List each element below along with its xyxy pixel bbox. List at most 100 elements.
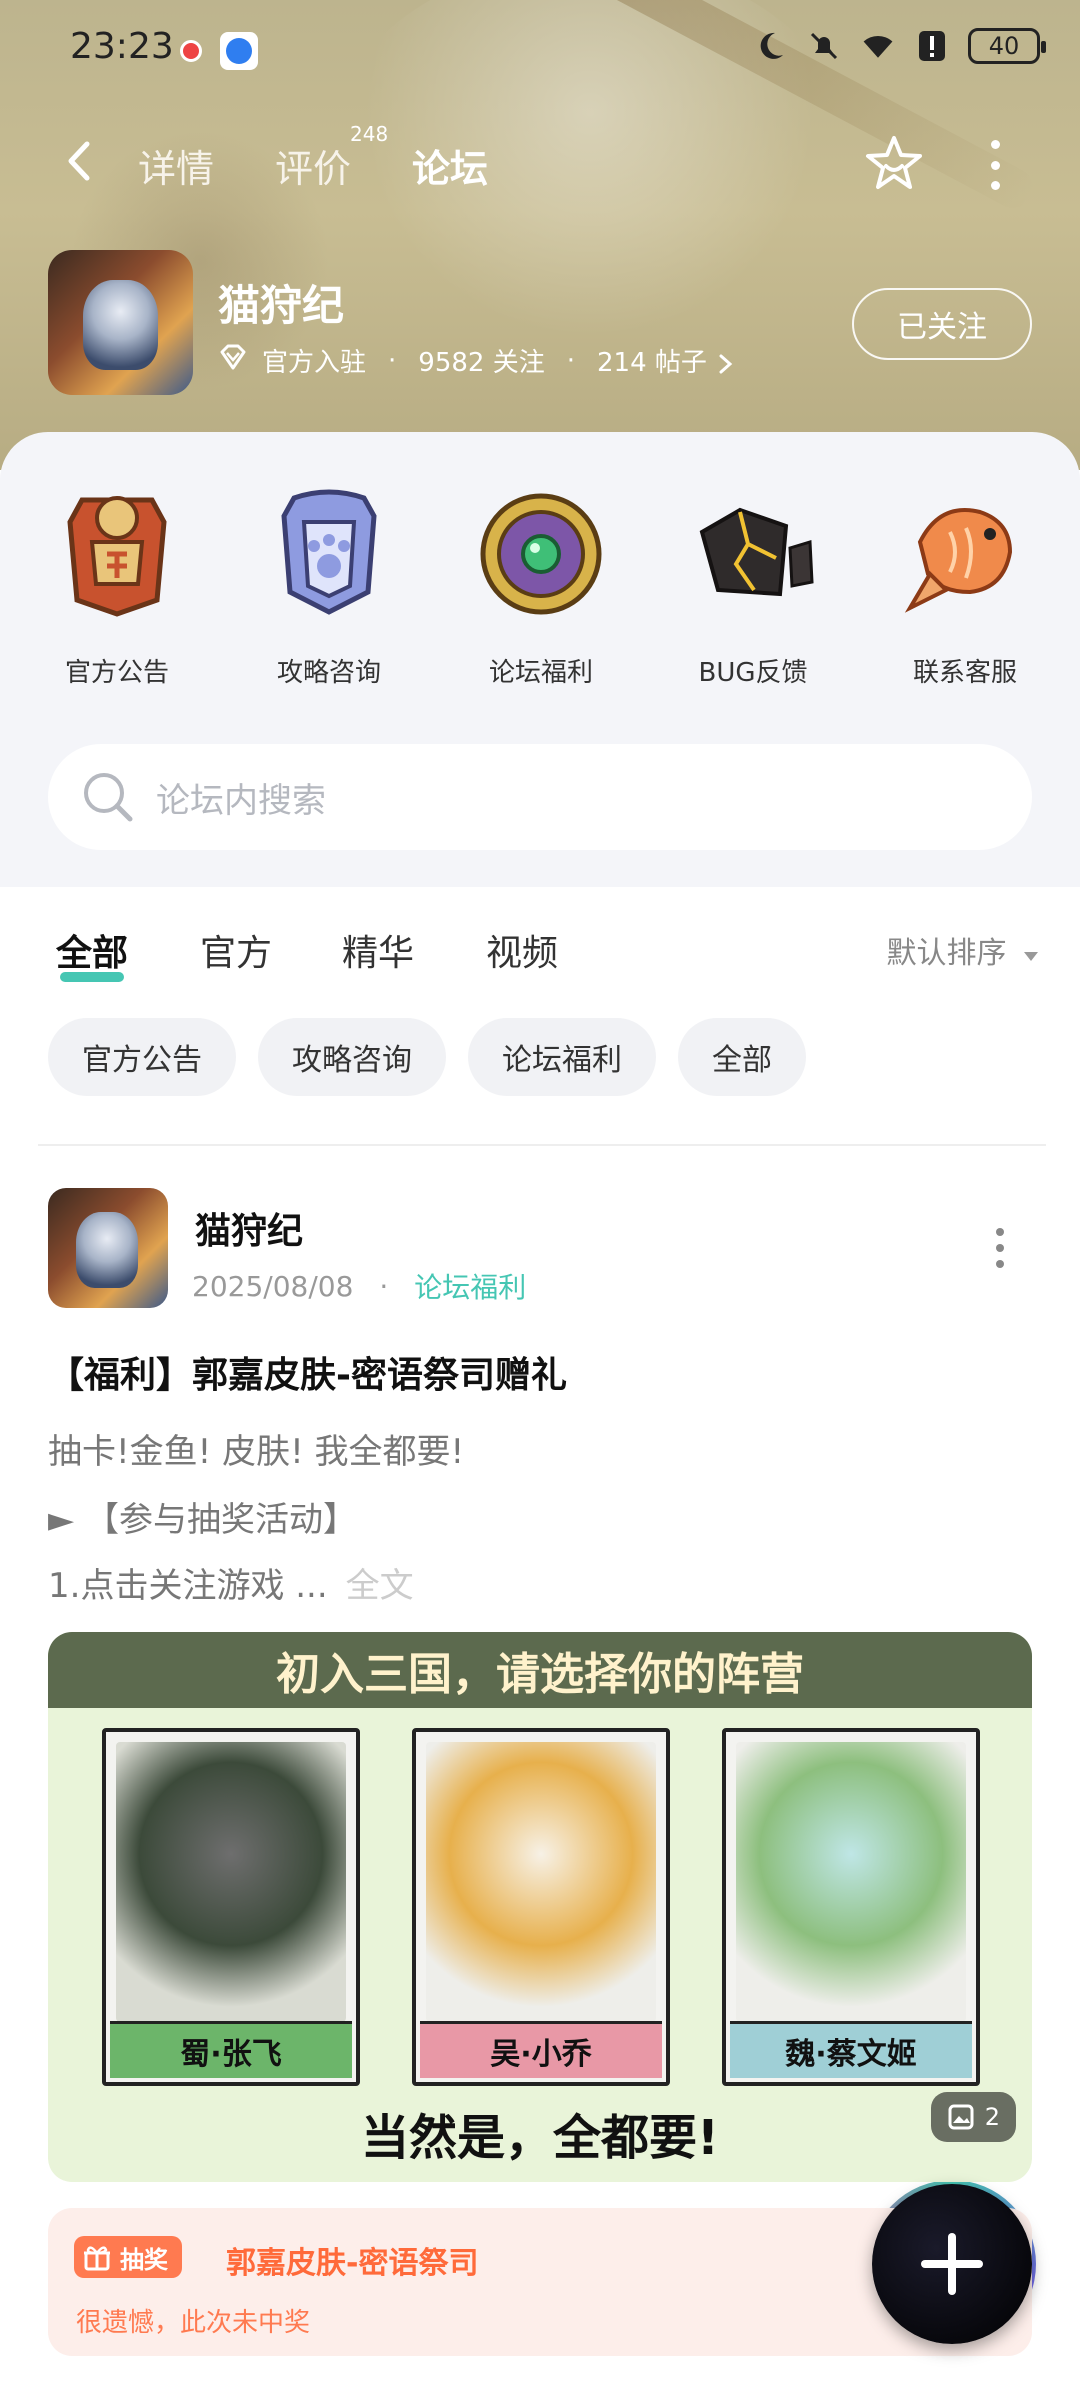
divider: [38, 1144, 1046, 1146]
tab-details[interactable]: 详情: [138, 138, 214, 193]
post-category-link[interactable]: 论坛福利: [414, 1266, 526, 1306]
sort-label: 默认排序: [886, 936, 1007, 971]
post-excerpt-line: 1.点击关注游戏 ... 全文: [48, 1558, 414, 1607]
quick-link-announcement[interactable]: 官方公告: [42, 482, 192, 689]
lottery-prize-title: 郭嘉皮肤-密语祭司: [226, 2246, 479, 2281]
more-menu-icon[interactable]: [980, 140, 1010, 190]
search-placeholder: 论坛内搜索: [156, 780, 326, 821]
game-meta: 官方入驻 · 9582 关注 · 214 帖子: [218, 342, 735, 379]
character-card: 吴·小乔: [412, 1728, 670, 2086]
lottery-result-text: 很遗憾，此次未中奖: [76, 2308, 311, 2338]
reviews-count-badge: 248: [350, 122, 389, 146]
status-bar: 23:23 40: [0, 0, 1080, 100]
filter-tab-label: 全部: [56, 933, 129, 974]
image-count-badge: 2: [930, 2092, 1016, 2142]
post-author[interactable]: 猫狩纪: [195, 1202, 303, 1254]
post-title[interactable]: 【福利】郭嘉皮肤-密语祭司赠礼: [48, 1346, 567, 1398]
image-tagline: 当然是，全都要!: [361, 2110, 719, 2166]
tab-reviews[interactable]: 评价: [275, 138, 351, 193]
character-art: [736, 1742, 966, 2022]
character-art: [116, 1742, 346, 2022]
notification-dot-icon: [180, 40, 202, 62]
post-more-icon[interactable]: [992, 1228, 1008, 1268]
image-banner-text: 初入三国，请选择你的阵营: [48, 1632, 1032, 1708]
lottery-badge-label: 抽奖: [120, 2245, 168, 2274]
post-date: 2025/08/08: [192, 1269, 354, 1303]
post-count-link[interactable]: 214 帖子: [597, 342, 735, 379]
plus-icon: [921, 2233, 983, 2295]
browser-app-icon: [220, 32, 258, 70]
favorite-star-icon[interactable]: [862, 132, 926, 196]
character-art: [426, 1742, 656, 2022]
meta-separator: ·: [388, 345, 397, 376]
character-name: 蜀·张飞: [110, 2021, 352, 2078]
create-post-button[interactable]: [868, 2180, 1036, 2348]
game-title: 猫狩纪: [218, 281, 345, 330]
status-time: 23:23: [70, 26, 174, 67]
sort-dropdown[interactable]: 默认排序: [886, 928, 1040, 972]
quick-link-support[interactable]: 联系客服: [890, 482, 1040, 689]
forum-quick-panel: 官方公告 攻略咨询 论坛福利 BUG反馈 联系客服 论坛内搜索: [0, 432, 1080, 887]
post-excerpt-line: ► 【参与抽奖活动】: [48, 1500, 357, 1540]
category-chips: 官方公告 攻略咨询 论坛福利 全部: [48, 1018, 806, 1096]
character-card: 魏·蔡文姬: [722, 1728, 980, 2086]
lottery-badge: 抽奖: [74, 2236, 182, 2278]
game-logo[interactable]: [48, 250, 193, 395]
chip-announcement[interactable]: 官方公告: [48, 1018, 236, 1096]
quick-link-label: 官方公告: [64, 658, 169, 688]
alert-icon: [914, 28, 950, 64]
post-meta-separator: ·: [379, 1269, 389, 1303]
quick-link-label: 论坛福利: [488, 658, 593, 688]
official-label: 官方入驻: [262, 348, 367, 378]
followed-button[interactable]: 已关注: [852, 288, 1032, 360]
character-card: 蜀·张飞: [102, 1728, 360, 2086]
post-excerpt-line: 抽卡!金鱼! 皮肤! 我全都要!: [48, 1432, 465, 1472]
quick-link-label: 联系客服: [912, 658, 1017, 688]
character-name: 吴·小乔: [420, 2021, 662, 2078]
tab-forum[interactable]: 论坛: [406, 138, 495, 195]
filter-tab-all[interactable]: 全部: [56, 924, 129, 982]
chevron-right-icon: [719, 354, 733, 373]
gift-icon: [84, 2246, 110, 2271]
filter-tabs: 全部 官方 精华 视频 默认排序: [0, 918, 1080, 988]
quick-link-strategy[interactable]: 攻略咨询: [254, 482, 404, 689]
image-count: 2: [984, 2103, 1000, 2131]
tab-forum-label: 论坛: [412, 147, 489, 191]
avatar[interactable]: [48, 1188, 168, 1308]
quick-link-label: 攻略咨询: [276, 658, 381, 688]
caret-down-icon: [1024, 952, 1038, 961]
back-arrow-icon[interactable]: [55, 136, 105, 186]
chip-welfare[interactable]: 论坛福利: [468, 1018, 656, 1096]
post-meta: 2025/08/08 · 论坛福利: [192, 1266, 526, 1306]
forum-search-bar[interactable]: 论坛内搜索: [48, 744, 1032, 850]
search-icon: [78, 767, 138, 827]
gallery-icon: [948, 2104, 974, 2130]
quick-link-bug-report[interactable]: BUG反馈: [678, 482, 828, 689]
top-nav: 详情 评价 248 论坛: [0, 120, 1080, 210]
character-name: 魏·蔡文姬: [730, 2021, 972, 2078]
gem-medal-icon: [476, 482, 606, 622]
read-full-link[interactable]: 全文: [346, 1566, 414, 1606]
follower-count: 9582 关注: [418, 348, 545, 378]
paw-badge-icon: [264, 482, 394, 622]
meta-separator: ·: [566, 345, 575, 376]
post-count: 214 帖子: [596, 348, 707, 378]
battery-level: 40: [988, 32, 1020, 60]
diamond-icon: [218, 344, 248, 377]
cracked-stone-icon: [688, 482, 818, 622]
quick-link-welfare[interactable]: 论坛福利: [466, 482, 616, 689]
filter-tab-video[interactable]: 视频: [486, 924, 558, 976]
koi-fish-icon: [900, 482, 1030, 622]
wifi-icon: [860, 28, 896, 64]
filter-tab-featured[interactable]: 精华: [342, 924, 414, 976]
filter-tab-official[interactable]: 官方: [200, 924, 272, 976]
battery-icon: 40: [968, 28, 1046, 64]
bell-muted-icon: [806, 28, 842, 64]
moon-icon: [752, 28, 788, 64]
quick-link-label: BUG反馈: [698, 658, 808, 688]
chip-all[interactable]: 全部: [678, 1018, 806, 1096]
announcement-badge-icon: [52, 482, 182, 622]
post-image[interactable]: 初入三国，请选择你的阵营 蜀·张飞 吴·小乔 魏·蔡文姬 当然是，全都要! 2: [48, 1632, 1032, 2182]
post-excerpt-text: 1.点击关注游戏 ...: [48, 1566, 328, 1606]
chip-strategy[interactable]: 攻略咨询: [258, 1018, 446, 1096]
